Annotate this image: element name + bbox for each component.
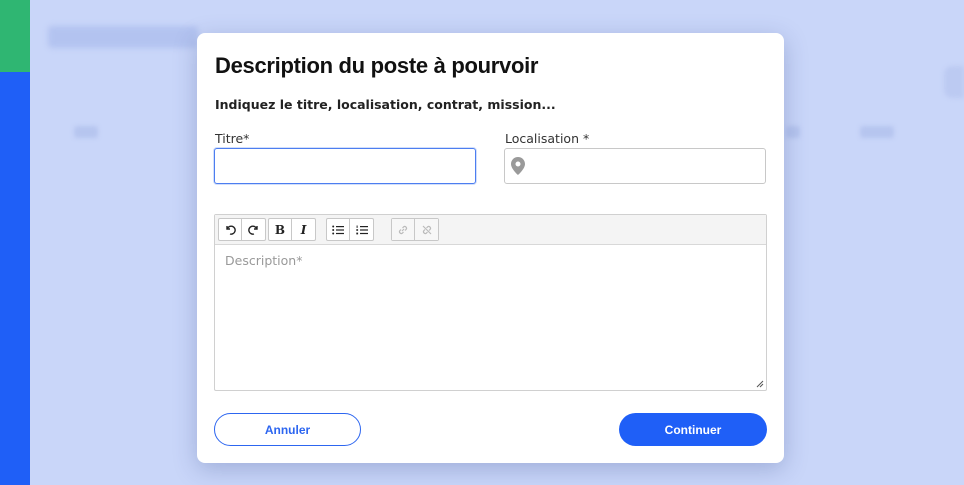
localisation-label: Localisation * [505, 131, 590, 146]
italic-icon: I [300, 222, 307, 237]
bold-icon: B [274, 222, 286, 237]
app-table-header-cell [860, 126, 894, 138]
undo-icon [226, 224, 236, 235]
job-description-modal: Description du poste à pourvoir Indiquez… [197, 33, 784, 463]
app-page-title-placeholder [48, 26, 198, 48]
unlink-button[interactable] [415, 219, 438, 240]
redo-icon [247, 224, 258, 235]
app-table-header-cell [786, 126, 800, 138]
link-icon [398, 225, 408, 234]
link-button[interactable] [392, 219, 415, 240]
description-textarea[interactable]: Description* [215, 245, 766, 390]
list-button-group [326, 218, 374, 241]
unlink-icon [422, 225, 431, 234]
bullet-list-icon [332, 225, 344, 234]
modal-subtitle: Indiquez le titre, localisation, contrat… [215, 97, 556, 112]
app-side-tab [944, 66, 964, 98]
italic-button[interactable]: I [292, 219, 315, 240]
titre-label: Titre* [215, 131, 250, 146]
description-editor: B I Description* [214, 214, 767, 391]
modal-title: Description du poste à pourvoir [215, 53, 539, 78]
cancel-button[interactable]: Annuler [214, 413, 361, 446]
link-button-group [391, 218, 439, 241]
app-table-header-cell [74, 126, 98, 138]
history-button-group [218, 218, 266, 241]
bold-button[interactable]: B [269, 219, 292, 240]
localisation-input[interactable] [504, 148, 766, 184]
numbered-list-icon [355, 225, 368, 234]
numbered-list-button[interactable] [350, 219, 373, 240]
format-button-group: B I [268, 218, 316, 241]
resize-handle-icon[interactable] [756, 380, 764, 388]
titre-input[interactable] [214, 148, 476, 184]
continue-button[interactable]: Continuer [619, 413, 767, 446]
editor-toolbar: B I [215, 215, 766, 245]
bullet-list-button[interactable] [327, 219, 350, 240]
map-pin-icon [511, 157, 525, 175]
undo-button[interactable] [219, 219, 242, 240]
app-logo [0, 0, 30, 72]
description-placeholder: Description* [225, 253, 303, 268]
redo-button[interactable] [242, 219, 265, 240]
app-sidebar [0, 0, 30, 485]
